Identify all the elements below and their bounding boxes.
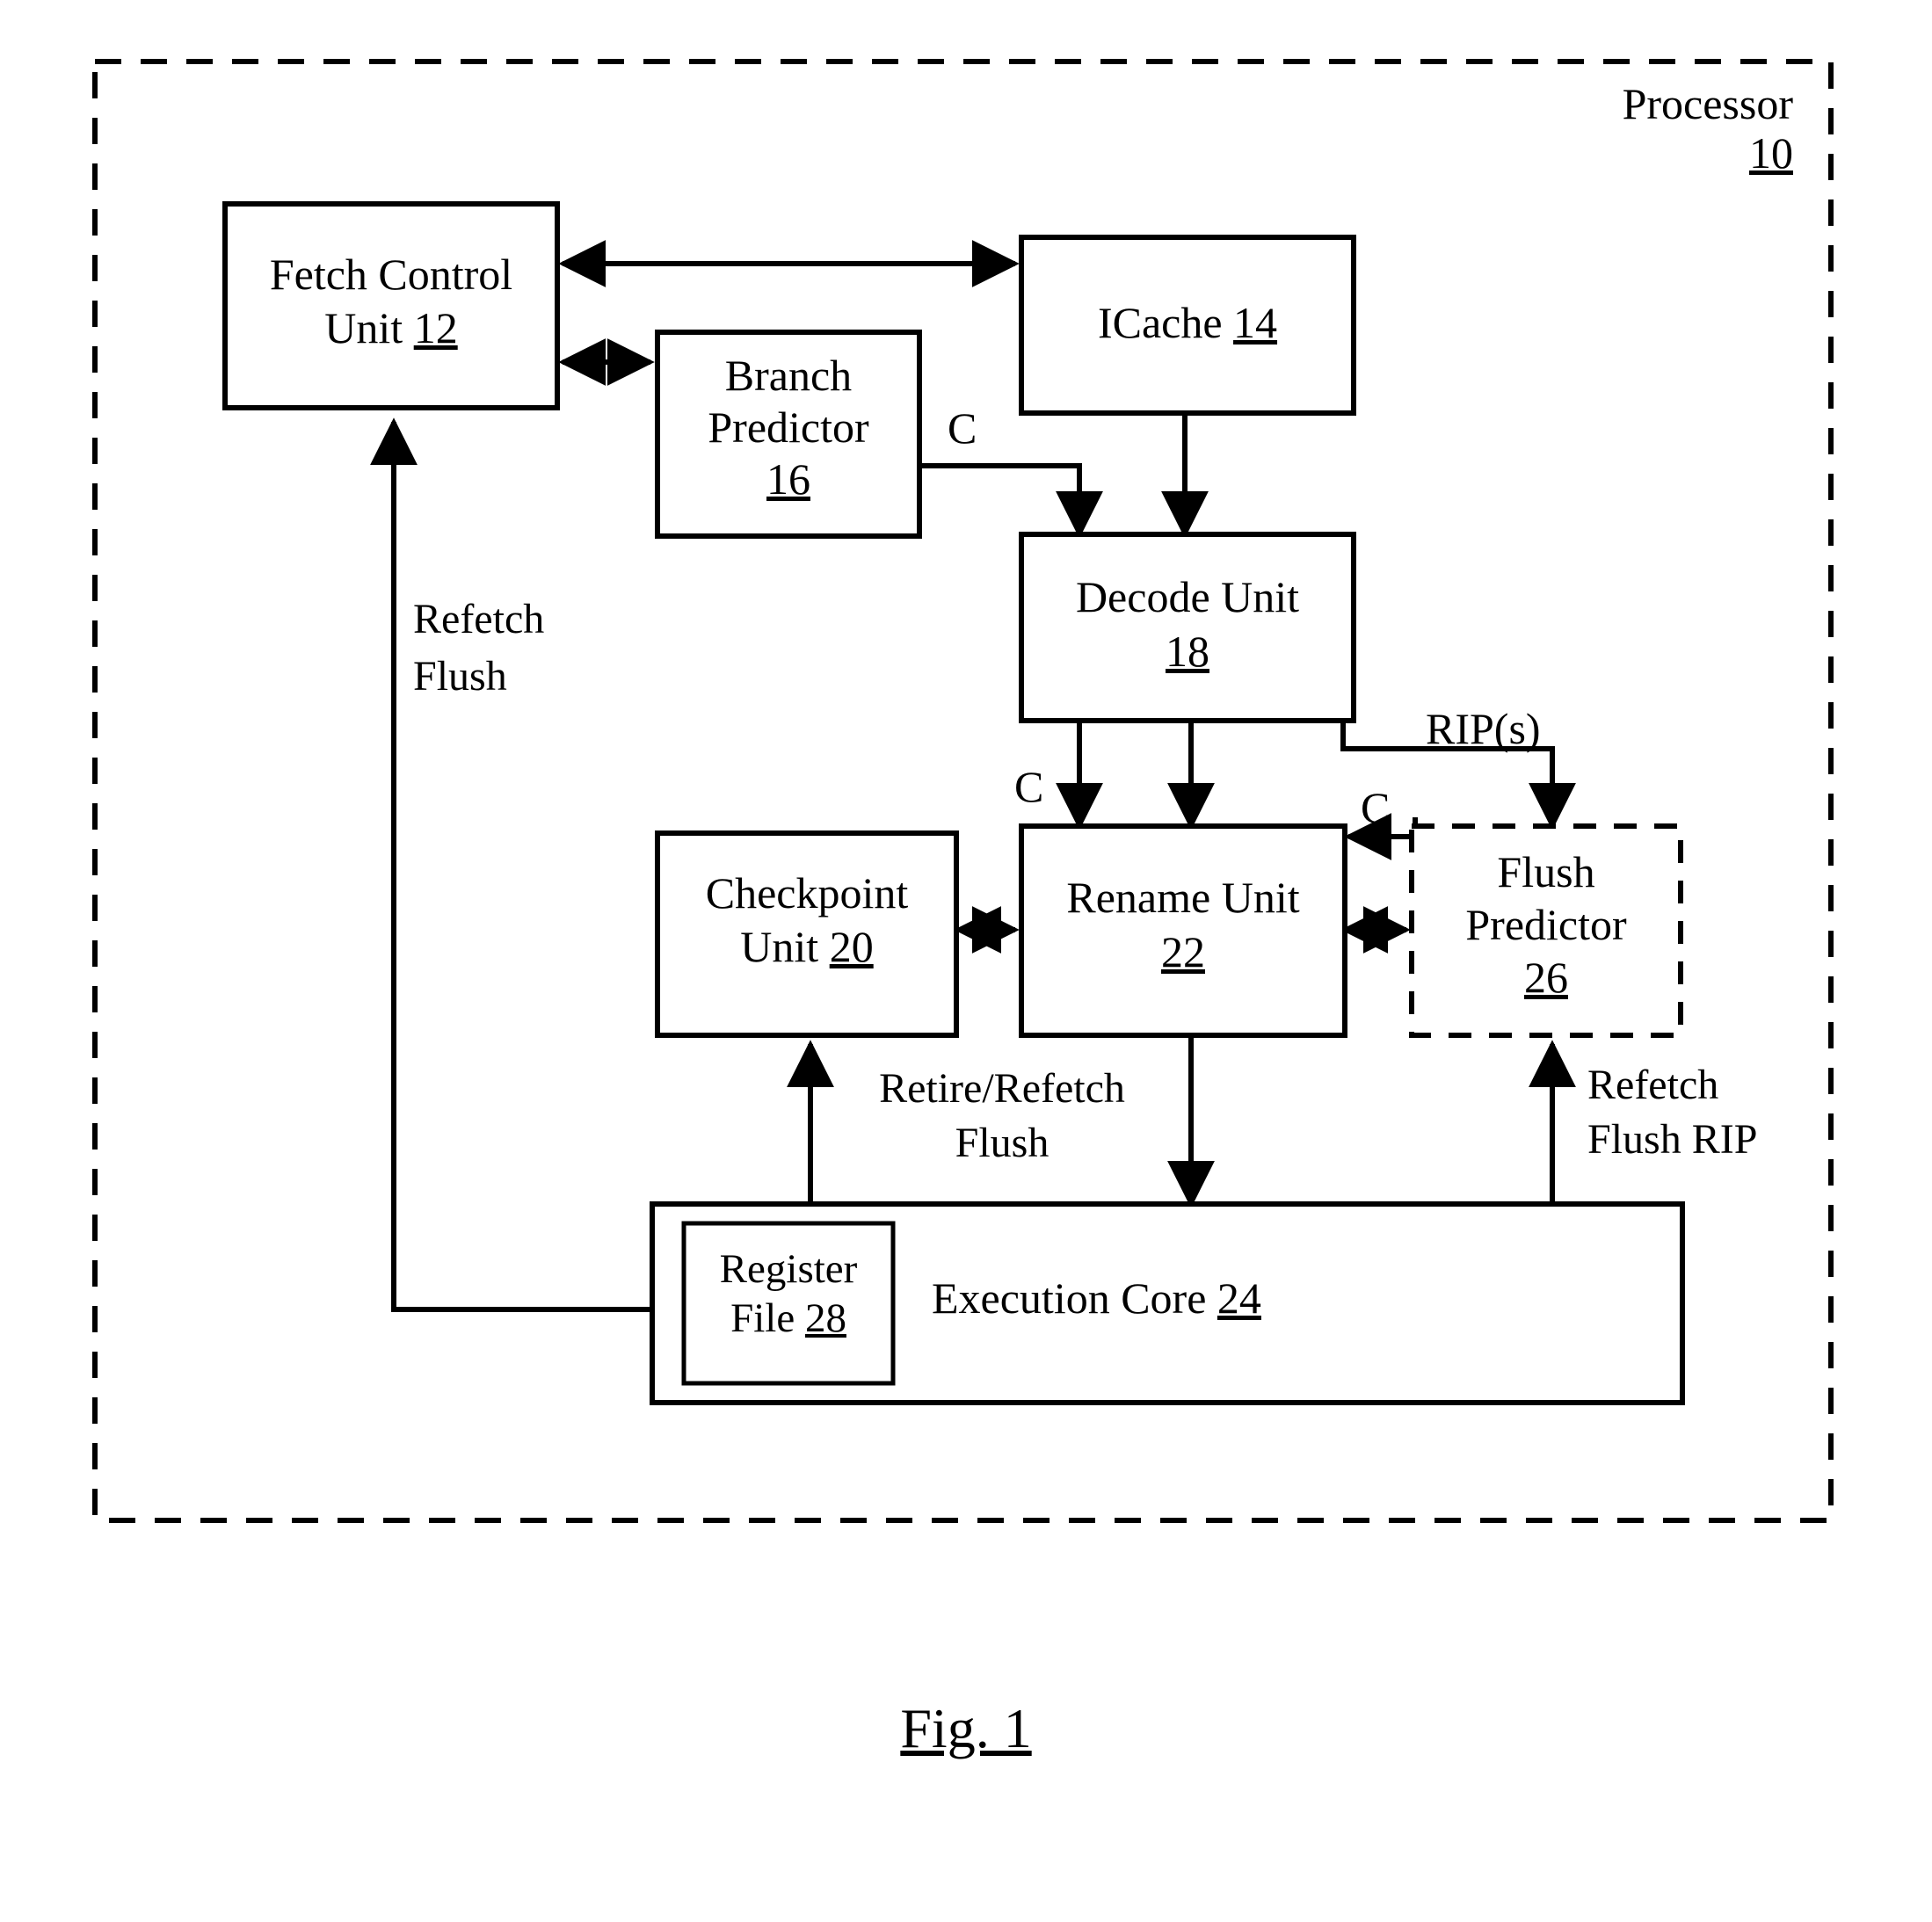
refetch-flush-left-label: Refetch Flush [413, 591, 642, 706]
processor-ref-number: 10 [1749, 128, 1793, 178]
refetch-flush-rip-line2: Flush RIP [1587, 1116, 1758, 1164]
decode-unit-label: Decode Unit 18 [1021, 569, 1354, 678]
flush-predictor-ref: 26 [1524, 953, 1568, 1002]
branch-predictor-label: Branch Predictor 16 [657, 350, 919, 505]
register-file-ref: 28 [804, 1295, 846, 1342]
flush-predictor-line1: Flush [1497, 847, 1595, 896]
refetch-flush-left-line1: Refetch [413, 596, 545, 642]
refetch-flush-rip-line1: Refetch [1587, 1062, 1719, 1108]
branch-predictor-line2: Predictor [708, 403, 869, 452]
figure-caption-text: Fig. 1 [900, 1697, 1032, 1759]
rename-unit-line1: Rename Unit [1066, 873, 1300, 922]
fetch-control-unit-ref: 12 [413, 303, 458, 352]
checkpoint-unit-line1: Checkpoint [705, 868, 909, 917]
processor-label: Processor 10 [1573, 79, 1793, 178]
register-file-line2: File [730, 1295, 795, 1342]
retire-refetch-flush-line2: Flush [955, 1120, 1050, 1167]
icache-line1: ICache [1097, 298, 1223, 347]
flush-predictor-line2: Predictor [1465, 900, 1627, 949]
checkpoint-unit-ref: 20 [829, 922, 874, 971]
icache-label: ICache 14 [1021, 297, 1354, 348]
icache-ref: 14 [1233, 298, 1278, 347]
refetch-flush-rip-label: Refetch Flush RIP [1587, 1058, 1878, 1168]
retire-refetch-flush-line1: Retire/Refetch [879, 1065, 1125, 1112]
processor-label-text: Processor [1622, 79, 1793, 128]
checkpoint-unit-line2: Unit [740, 922, 819, 971]
register-file-label: Register File 28 [684, 1244, 893, 1344]
rename-unit-label: Rename Unit 22 [1021, 870, 1345, 979]
figure-caption: Fig. 1 [0, 1696, 1932, 1761]
register-file-line1: Register [719, 1246, 858, 1292]
refetch-flush-left-line2: Flush [413, 653, 507, 700]
branch-predictor-line1: Branch [724, 351, 853, 400]
c-label-branch-to-decode: C [948, 403, 977, 453]
branch-predictor-ref: 16 [766, 454, 810, 504]
execution-core-ref: 24 [1217, 1273, 1261, 1323]
execution-core-line1: Execution Core [932, 1273, 1207, 1323]
patent-figure-page: Processor 10 Fetch Control Unit 12 Branc… [0, 0, 1932, 1922]
fetch-control-unit-line1: Fetch Control [269, 250, 513, 299]
c-label-decode-to-rename: C [1014, 762, 1044, 811]
execution-core-label: Execution Core 24 [932, 1273, 1389, 1324]
edge-branch-predictor-decode-unit [917, 463, 1103, 539]
edge-execution-core-fetch-control [370, 417, 652, 1312]
fetch-control-unit-label: Fetch Control Unit 12 [225, 248, 557, 355]
retire-refetch-flush-label: Retire/Refetch Flush [826, 1062, 1178, 1171]
rename-unit-ref: 22 [1161, 927, 1205, 976]
decode-unit-ref: 18 [1166, 627, 1209, 676]
fetch-control-unit-line2: Unit [324, 303, 403, 352]
rips-label: RIP(s) [1426, 704, 1541, 753]
flush-predictor-label: Flush Predictor 26 [1406, 845, 1686, 1004]
checkpoint-unit-label: Checkpoint Unit 20 [647, 867, 967, 974]
decode-unit-line1: Decode Unit [1075, 572, 1300, 621]
c-label-flush-to-rename: C [1361, 783, 1391, 832]
